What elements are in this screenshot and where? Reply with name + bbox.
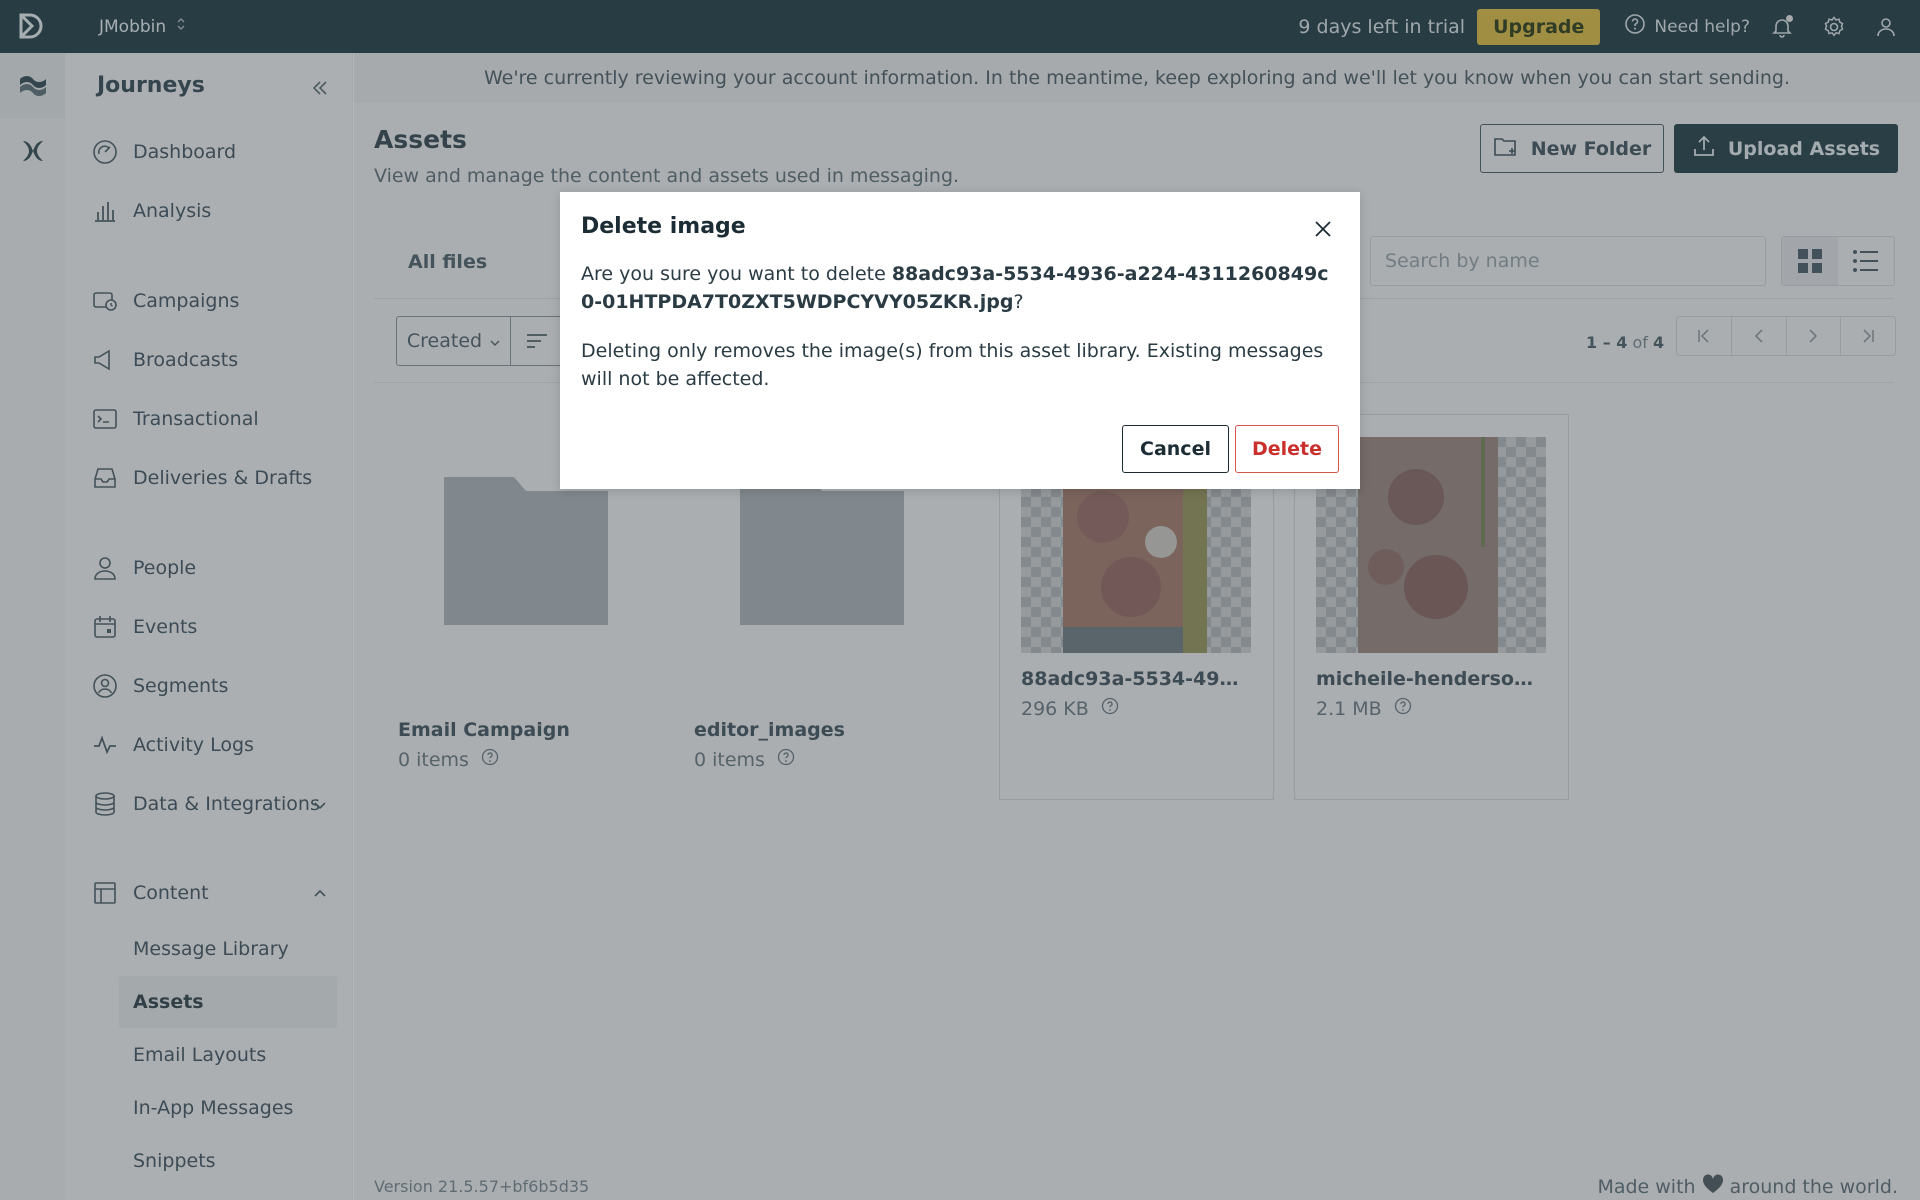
- delete-button[interactable]: Delete: [1235, 425, 1339, 473]
- delete-image-dialog: Delete image Are you sure you want to de…: [560, 192, 1360, 489]
- dialog-warning-text: Deleting only removes the image(s) from …: [581, 340, 1324, 390]
- dialog-confirm-text: Are you sure you want to delete 88adc93a…: [581, 260, 1341, 316]
- confirm-suffix: ?: [1013, 291, 1024, 313]
- dialog-title: Delete image: [581, 214, 746, 239]
- cancel-button[interactable]: Cancel: [1122, 425, 1229, 473]
- modal-backdrop[interactable]: [0, 0, 1920, 1200]
- confirm-prefix: Are you sure you want to delete: [581, 263, 892, 285]
- close-icon[interactable]: [1308, 214, 1338, 244]
